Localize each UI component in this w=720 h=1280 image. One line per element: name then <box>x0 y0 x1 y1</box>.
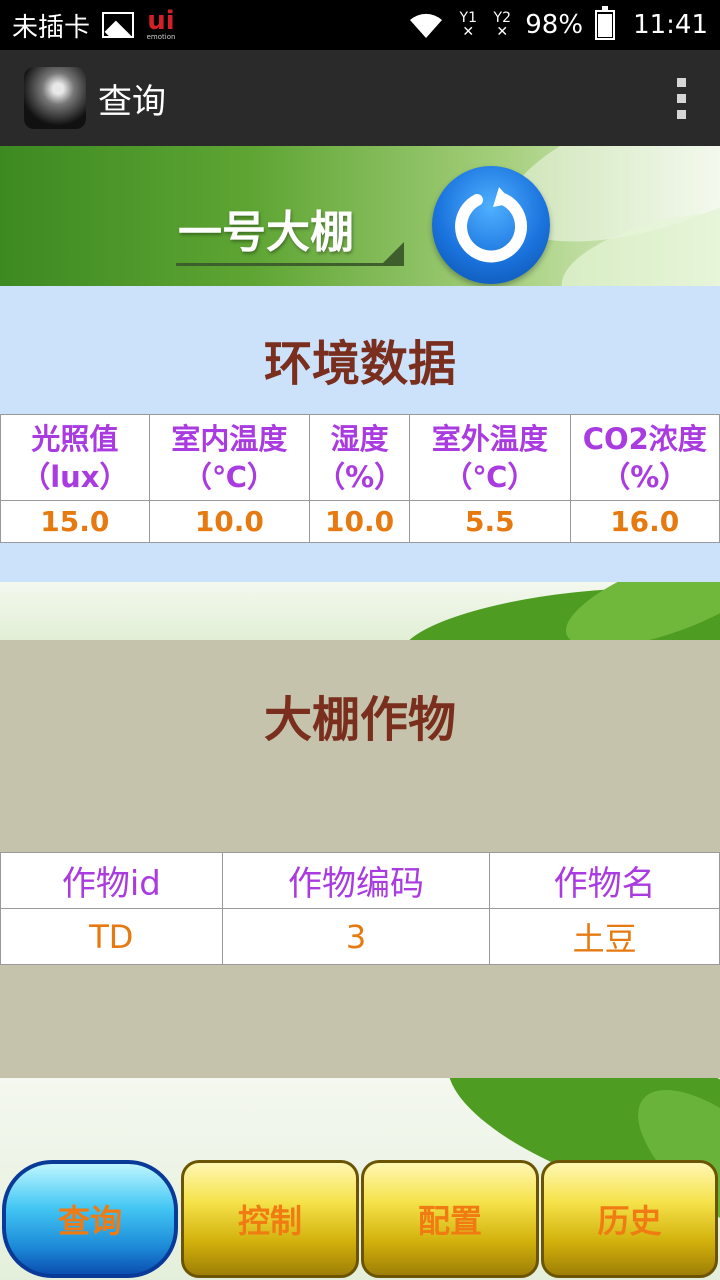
value-humidity: 10.0 <box>309 500 411 543</box>
header-crop-name: 作物名 <box>489 852 720 909</box>
page-title: 查询 <box>98 81 166 122</box>
table-row: TD 3 土豆 <box>0 908 720 965</box>
value-crop-code: 3 <box>221 908 491 965</box>
dropdown-arrow-icon[interactable] <box>380 242 404 266</box>
status-bar: 未插卡 ui emotion Y1 ✕ Y2 ✕ 98% 11:41 <box>0 0 720 50</box>
greenhouse-name[interactable]: 一号大棚 <box>178 196 354 260</box>
app-logo-icon: ui emotion <box>146 6 176 41</box>
value-indoor-temp: 10.0 <box>148 500 311 543</box>
refresh-icon <box>455 187 528 263</box>
header-crop-id: 作物id <box>0 852 223 909</box>
table-header-row: 作物id 作物编码 作物名 <box>0 852 720 909</box>
environment-title: 环境数据 <box>263 336 456 392</box>
greenhouse-banner: 一号大棚 <box>0 146 720 286</box>
nav-query-button[interactable]: 查询 <box>2 1160 178 1278</box>
action-bar: 查询 <box>0 50 720 146</box>
nav-config-button[interactable]: 配置 <box>361 1160 539 1278</box>
wifi-icon <box>410 13 443 39</box>
environment-table: 光照值（lux） 室内温度（℃） 湿度（%） 室外温度（℃） CO2浓度（%） … <box>0 414 720 543</box>
clock: 11:41 <box>633 10 708 40</box>
value-outdoor-temp: 5.5 <box>409 500 571 543</box>
refresh-button[interactable] <box>432 166 550 284</box>
header-light: 光照值（lux） <box>0 414 150 501</box>
sim2-signal-icon: Y2 ✕ <box>493 10 511 40</box>
crop-table: 作物id 作物编码 作物名 TD 3 土豆 <box>0 852 720 965</box>
table-row: 15.0 10.0 10.0 5.5 16.0 <box>0 500 720 543</box>
value-crop-id: TD <box>0 908 223 965</box>
battery-percent: 98% <box>525 10 584 40</box>
header-indoor-temp: 室内温度（℃） <box>148 414 311 501</box>
sim1-signal-icon: Y1 ✕ <box>459 10 477 40</box>
overflow-menu-icon[interactable] <box>666 68 696 128</box>
carrier-label: 未插卡 <box>12 12 91 43</box>
table-header-row: 光照值（lux） 室内温度（℃） 湿度（%） 室外温度（℃） CO2浓度（%） <box>0 414 720 501</box>
bottom-nav: 查询 控制 配置 历史 <box>0 1160 720 1278</box>
image-notification-icon <box>102 12 135 38</box>
value-co2: 16.0 <box>569 500 720 543</box>
crop-title: 大棚作物 <box>263 692 456 748</box>
leaf-background <box>0 582 720 640</box>
app-icon[interactable] <box>24 67 86 129</box>
crop-section: 大棚作物 作物id 作物编码 作物名 TD 3 土豆 <box>0 640 720 1078</box>
nav-history-button[interactable]: 历史 <box>541 1160 718 1278</box>
value-crop-name: 土豆 <box>489 908 720 965</box>
nav-control-button[interactable]: 控制 <box>181 1160 359 1278</box>
dropdown-underline <box>176 263 404 266</box>
header-co2: CO2浓度（%） <box>569 414 720 501</box>
header-humidity: 湿度（%） <box>309 414 411 501</box>
header-outdoor-temp: 室外温度（℃） <box>409 414 571 501</box>
battery-icon <box>595 6 616 40</box>
value-light: 15.0 <box>0 500 150 543</box>
header-crop-code: 作物编码 <box>221 852 491 909</box>
environment-section: 环境数据 光照值（lux） 室内温度（℃） 湿度（%） 室外温度（℃） CO2浓… <box>0 286 720 582</box>
